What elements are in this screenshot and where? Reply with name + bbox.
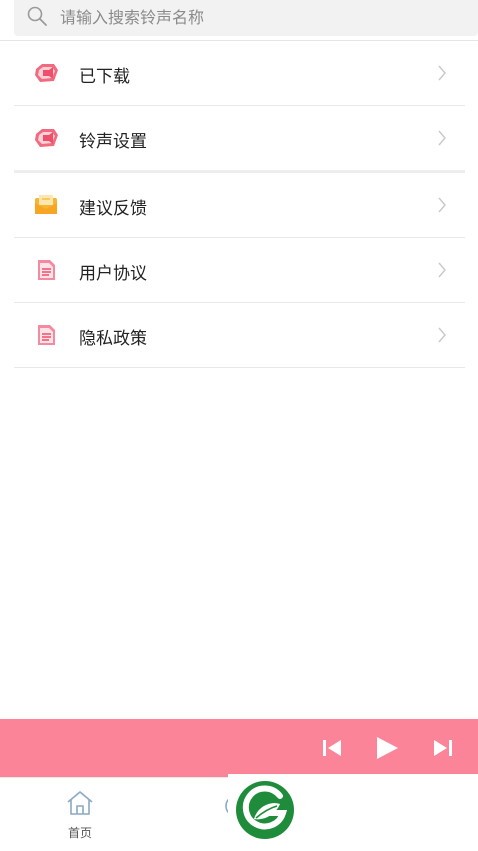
document-icon bbox=[38, 325, 55, 345]
chevron-right-icon bbox=[438, 130, 446, 146]
search-input[interactable] bbox=[60, 4, 460, 30]
next-icon[interactable] bbox=[431, 736, 455, 760]
chevron-right-icon bbox=[438, 65, 446, 81]
previous-icon[interactable] bbox=[320, 736, 344, 760]
ringtone-icon bbox=[35, 64, 58, 82]
search-bar bbox=[0, 0, 478, 41]
menu-item-privacy-policy[interactable]: 隐私政策 bbox=[14, 303, 465, 368]
chevron-right-icon bbox=[438, 197, 446, 213]
search-box[interactable] bbox=[14, 0, 478, 36]
play-icon[interactable] bbox=[374, 735, 400, 761]
player-bar bbox=[0, 719, 478, 777]
tab-home-label: 首页 bbox=[67, 826, 92, 840]
menu-item-label: 铃声设置 bbox=[79, 132, 147, 152]
envelope-icon bbox=[35, 195, 57, 214]
menu-item-label: 隐私政策 bbox=[79, 329, 147, 349]
menu-item-ringtone-settings[interactable]: 铃声设置 bbox=[14, 106, 465, 170]
app-logo-icon bbox=[236, 781, 294, 839]
menu-item-label: 用户协议 bbox=[79, 264, 147, 284]
menu-item-user-agreement[interactable]: 用户协议 bbox=[14, 238, 465, 303]
menu-item-label: 已下载 bbox=[79, 67, 130, 87]
menu-item-downloaded[interactable]: 已下载 bbox=[14, 41, 465, 106]
tab-home[interactable]: 首页 bbox=[54, 784, 106, 844]
chevron-right-icon bbox=[438, 262, 446, 278]
menu-item-feedback[interactable]: 建议反馈 bbox=[14, 173, 465, 238]
home-icon bbox=[67, 791, 93, 815]
chevron-right-icon bbox=[438, 327, 446, 343]
document-icon bbox=[38, 260, 55, 280]
menu-item-label: 建议反馈 bbox=[79, 199, 147, 219]
search-icon bbox=[27, 6, 47, 26]
ringtone-icon bbox=[35, 129, 58, 147]
